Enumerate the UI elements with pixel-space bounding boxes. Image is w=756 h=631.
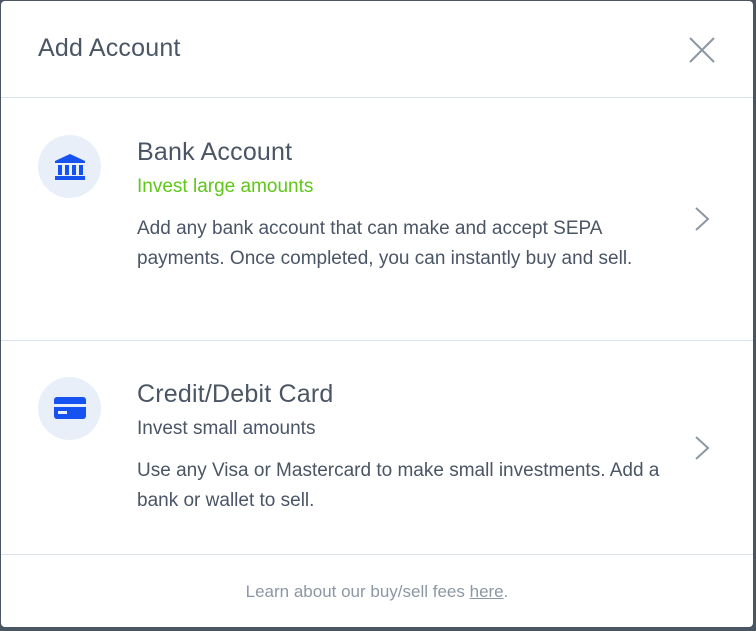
bank-icon-badge [38, 135, 101, 198]
option-description: Use any Visa or Mastercard to make small… [137, 460, 660, 511]
bank-icon [54, 153, 85, 180]
fees-note: Learn about our buy/sell fees here. [1, 582, 753, 602]
modal-footer: Learn about our buy/sell fees here. [1, 555, 753, 627]
option-subtitle: Invest small amounts [137, 418, 316, 439]
close-icon [689, 37, 715, 63]
chevron-right-icon [695, 436, 710, 460]
card-icon-badge [38, 377, 101, 440]
option-bank-account[interactable]: Bank Account Invest large amounts Add an… [1, 98, 753, 341]
modal-title: Add Account [38, 34, 181, 62]
option-subtitle: Invest large amounts [137, 176, 314, 197]
option-title: Credit/Debit Card [137, 380, 334, 408]
fees-note-text: Learn about our buy/sell fees [245, 582, 470, 601]
fees-note-period: . [503, 582, 509, 601]
close-button[interactable] [686, 34, 718, 66]
fees-link[interactable]: here [470, 582, 504, 601]
modal-header: Add Account [1, 1, 753, 98]
option-description: Add any bank account that can make and a… [137, 218, 633, 269]
chevron-right-icon [695, 207, 710, 231]
option-credit-debit-card[interactable]: Credit/Debit Card Invest small amounts U… [1, 341, 753, 555]
add-account-modal: Add Account Bank Account Invest large am… [1, 1, 753, 627]
credit-card-icon [53, 396, 86, 419]
option-title: Bank Account [137, 138, 293, 166]
